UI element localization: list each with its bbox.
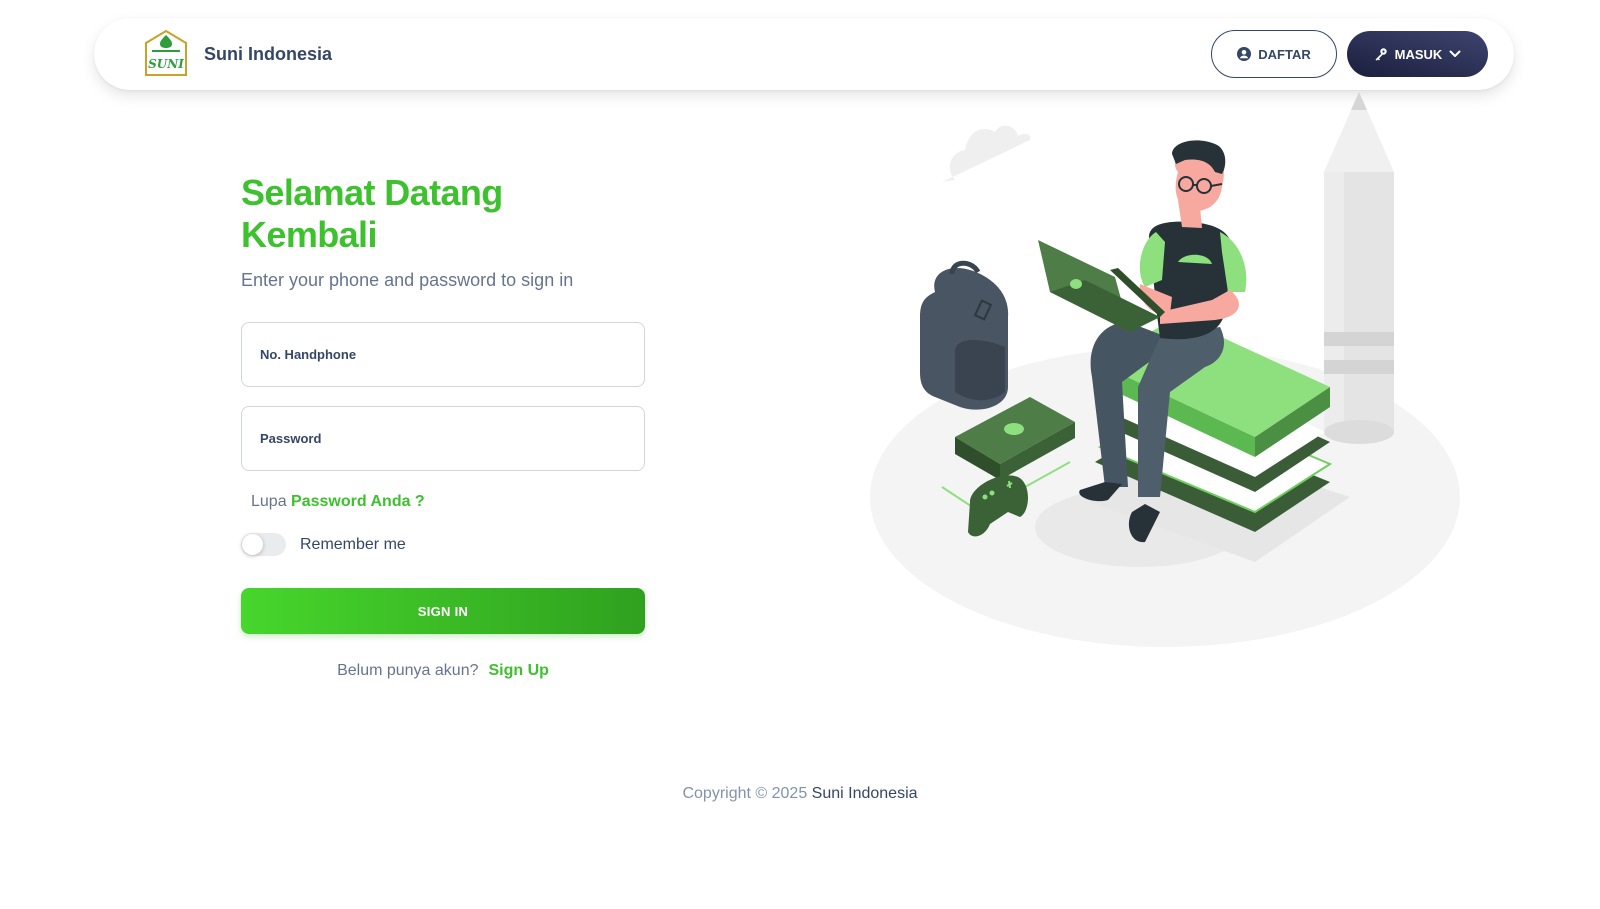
password-input[interactable] <box>241 406 645 471</box>
toggle-knob <box>242 534 263 555</box>
student-illustration <box>870 92 1460 647</box>
cloud <box>942 125 1031 182</box>
remember-me-label: Remember me <box>300 535 406 553</box>
user-circle-icon <box>1237 47 1252 61</box>
pencil <box>1324 92 1394 444</box>
login-form: Selamat Datang Kembali Enter your phone … <box>241 172 645 680</box>
page-subtitle: Enter your phone and password to sign in <box>241 270 574 290</box>
forgot-password-link[interactable]: Password Anda ? <box>291 493 425 510</box>
footer-company[interactable]: Suni Indonesia <box>812 785 918 802</box>
forgot-password: Lupa Password Anda ? <box>241 491 645 513</box>
backpack <box>920 260 1009 410</box>
masuk-label: MASUK <box>1394 46 1443 62</box>
chevron-down-icon <box>1449 50 1461 57</box>
phone-input[interactable] <box>241 322 645 387</box>
brand-name: Suni Indonesia <box>204 43 333 64</box>
daftar-button[interactable]: DAFTAR <box>1211 30 1337 78</box>
signup-prompt: Belum punya akun? Sign Up <box>241 662 645 680</box>
footer: Copyright © 2025 Suni Indonesia <box>0 785 1600 803</box>
logo-text: SUNI <box>148 57 184 71</box>
masuk-button[interactable]: MASUK <box>1347 31 1488 77</box>
sign-in-button[interactable]: SIGN IN <box>241 588 645 634</box>
key-icon <box>1375 48 1387 61</box>
daftar-label: DAFTAR <box>1258 46 1311 62</box>
sign-up-link[interactable]: Sign Up <box>489 662 549 679</box>
suni-logo-icon: SUNI <box>145 29 187 76</box>
top-navbar: SUNI Suni Indonesia DAFTAR MASUK <box>94 18 1514 90</box>
brand[interactable]: SUNI Suni Indonesia <box>142 29 332 79</box>
page-title: Selamat Datang Kembali <box>241 172 503 255</box>
remember-me: Remember me <box>241 533 645 556</box>
forgot-prefix: Lupa <box>251 493 287 510</box>
nav-actions: DAFTAR MASUK <box>1211 30 1488 78</box>
remember-me-toggle[interactable] <box>241 533 286 556</box>
copyright-text: Copyright © 2025 <box>682 785 808 802</box>
signup-prompt-text: Belum punya akun? <box>337 662 479 679</box>
